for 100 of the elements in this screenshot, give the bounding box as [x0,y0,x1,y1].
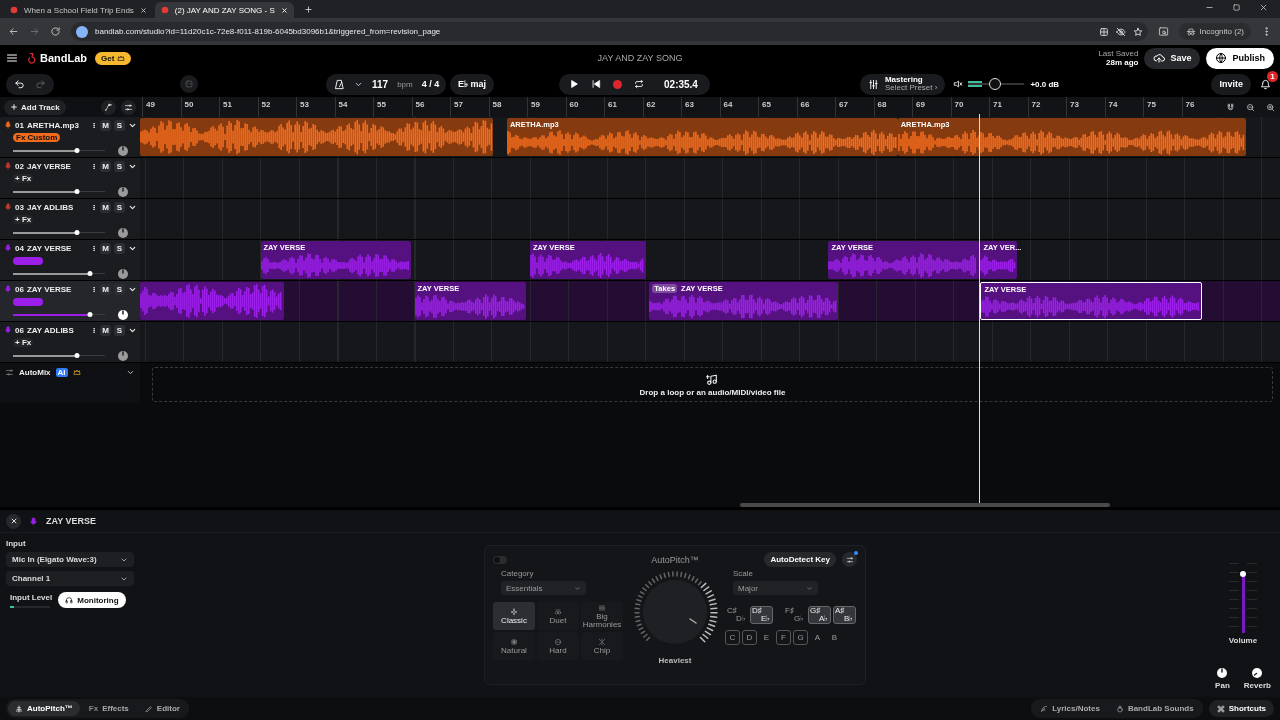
new-tab-icon[interactable] [303,4,313,14]
menu-icon[interactable] [6,52,18,64]
preset-tile[interactable]: Classic [493,602,535,630]
track-header[interactable]: 06 ZAY ADLIBS M S + Fx [0,322,140,362]
tab-search-icon[interactable] [1157,26,1169,37]
piano-key[interactable]: C♯ D♭ [725,606,748,624]
mastering-button[interactable]: Mastering Select Preset › [859,73,946,95]
mute-button[interactable]: M [100,324,111,336]
mute-button[interactable]: M [100,201,111,213]
track-name[interactable]: ARETHA.mp3 [26,120,79,130]
automix-label[interactable]: AutoMix [19,368,51,377]
mute-button[interactable]: M [100,119,111,131]
pan-knob[interactable] [117,144,129,157]
record-button[interactable] [613,79,622,89]
add-fx-button[interactable]: + Fx [13,215,34,224]
track-name[interactable]: JAY ADLIBS [26,202,74,212]
horizontal-scrollbar[interactable] [740,503,1110,507]
save-button[interactable]: Save [1144,47,1201,69]
play-icon[interactable] [569,79,579,89]
input-channel-select[interactable]: Channel 1 [6,571,134,586]
add-fx-button[interactable]: + Fx [13,338,34,347]
monitoring-button[interactable]: Monitoring [58,592,126,608]
autodetect-key-button[interactable]: AutoDetect Key [764,552,836,567]
apps-icon[interactable] [1098,26,1109,37]
shortcuts-button[interactable]: Shortcuts [1208,700,1274,717]
solo-button[interactable]: S [114,160,125,172]
drop-zone[interactable]: Drop a loop or an audio/MIDI/video file [152,367,1273,402]
piano-key[interactable]: F♯ G♭ [783,606,806,624]
track-name[interactable]: JAY VERSE [26,161,71,171]
close-icon[interactable] [1259,2,1268,12]
profile-button[interactable]: Incognito (2) [1178,23,1251,40]
zoom-in-icon[interactable] [1265,102,1275,112]
bell-icon[interactable] [1259,78,1271,90]
solo-button[interactable]: S [114,242,125,254]
add-track-button[interactable]: Add Track [4,99,66,115]
timeline-ruler[interactable]: 49 50 51 52 53 54 55 56 57 58 59 60 61 62 63 64 65 66 67 68 69 70 71 72 73 74 75 76 [140,97,1280,117]
tool-button[interactable]: Lyrics/Notes [1033,701,1107,716]
solo-button[interactable]: S [114,201,125,213]
track-header[interactable]: 02 JAY VERSE M S + Fx [0,158,140,198]
master-volume-slider[interactable] [968,80,1025,88]
piano-key[interactable]: B [827,630,842,645]
time-signature[interactable]: 4 / 4 [421,79,440,89]
panel-tab[interactable]: Fx Effects [81,701,136,716]
input-device-select[interactable]: Mic In (Elgato Wave:3) [6,552,134,567]
zoom-out-icon[interactable] [1245,102,1255,112]
more-icon[interactable] [91,161,97,171]
automation-button[interactable] [101,99,116,115]
pan-knob[interactable] [117,349,129,362]
preset-tile[interactable]: Chip [581,632,623,660]
mute-button[interactable]: M [100,242,111,254]
close-icon[interactable] [280,6,288,14]
preset-tile[interactable]: Duet [537,602,579,630]
piano-key[interactable]: G [793,630,808,645]
piano-key[interactable]: D [742,630,757,645]
star-icon[interactable] [1132,26,1143,37]
piano-key[interactable]: G♯ A♭ [808,606,831,624]
panel-tab[interactable]: AutoPitch™ [8,701,80,716]
mute-button[interactable]: M [100,160,111,172]
skip-back-icon[interactable] [591,79,601,89]
site-info-icon[interactable] [76,25,88,38]
more-icon[interactable] [91,120,97,130]
pan-knob[interactable] [117,226,129,239]
autopitch-toggle[interactable] [493,555,507,564]
more-icon[interactable] [91,202,97,212]
category-select[interactable]: Essentials [501,581,586,595]
loop-icon[interactable] [634,79,644,89]
scale-select[interactable]: Major [733,581,818,595]
preset-tile[interactable]: Natural [493,632,535,660]
undo-icon[interactable] [14,78,25,90]
magnet-icon[interactable] [1225,102,1235,112]
key-button[interactable]: E♭ maj [450,73,494,95]
more-icon[interactable] [91,325,97,335]
settings-button[interactable] [842,552,857,567]
more-icon[interactable] [91,243,97,253]
piano-key[interactable]: E [759,630,774,645]
track-header[interactable]: 03 JAY ADLIBS M S + Fx [0,199,140,239]
browser-tab[interactable]: When a School Field Trip Ends [4,2,153,18]
add-fx-button[interactable]: + Fx [13,174,34,183]
track-header[interactable]: 04 ZAY VERSE M S [0,240,140,280]
piano-key[interactable]: F [776,630,791,645]
track-name[interactable]: ZAY VERSE [26,243,72,253]
solo-button[interactable]: S [114,283,125,295]
invite-button[interactable]: Invite [1211,73,1251,95]
piano-key[interactable]: A [810,630,825,645]
close-button[interactable] [6,513,21,529]
tool-button[interactable]: BandLab Sounds [1108,701,1201,716]
get-button[interactable]: Get [95,51,132,65]
pan-knob[interactable] [117,308,129,321]
panel-tab[interactable]: Editor [137,701,187,716]
track-header[interactable]: 06 ZAY VERSE M S [0,281,140,321]
bandlab-logo[interactable]: BandLab [26,52,88,64]
track-header[interactable]: 01 ARETHA.mp3 M S Fx Custom [0,117,140,157]
pan-knob[interactable] [117,185,129,198]
close-icon[interactable] [139,6,147,14]
mute-button[interactable]: M [100,283,111,295]
pan-knob[interactable] [117,267,129,280]
fx-preset-badge[interactable] [13,256,43,265]
fx-badge[interactable]: Fx Custom [13,133,61,142]
more-icon[interactable] [91,284,97,294]
back-icon[interactable] [8,26,19,37]
